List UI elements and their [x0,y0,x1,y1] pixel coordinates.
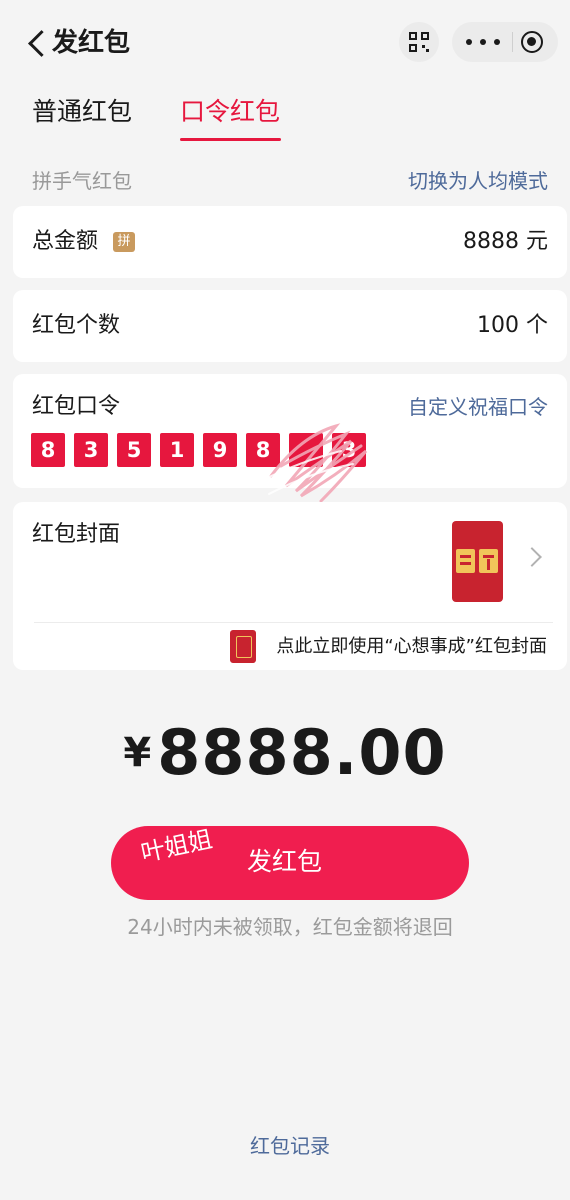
red-envelope-cover-icon [230,630,256,663]
password-card: 红包口令 自定义祝福口令 8 3 5 1 9 8 3 [13,374,567,503]
password-digit: 9 [203,433,237,467]
amount-display: ¥8888.00 [0,716,570,789]
cover-art-icon [456,549,498,573]
cover-label: 红包封面 [32,522,121,547]
use-cover-link[interactable]: 点此立即使用“心想事成”红包封面 [276,633,547,661]
custom-blessing-link[interactable]: 自定义祝福口令 [408,392,548,422]
total-amount-card[interactable]: 总金额 拼 8888 元 [13,206,567,278]
refund-tip: 24小时内未被领取，红包金额将退回 [127,915,453,939]
tab-normal-red-packet[interactable]: 普通红包 [32,94,132,130]
capsule-divider [512,32,513,52]
send-button-label: 发红包 [247,847,323,876]
mode-label: 拼手气红包 [32,169,132,193]
cover-divider [34,622,553,623]
pin-badge: 拼 [113,232,135,252]
more-icon[interactable] [466,22,500,62]
total-amount-label: 总金额 [32,229,99,254]
password-digit: 3 [74,433,108,467]
amount-value: 8888.00 [157,716,447,789]
mini-program-capsule [452,22,558,62]
active-tab-indicator [180,138,281,141]
cover-thumbnail[interactable] [452,521,503,602]
red-packet-records-link[interactable]: 红包记录 [0,1131,570,1161]
password-digit: 5 [117,433,151,467]
currency-symbol: ¥ [123,730,152,776]
packet-count-value[interactable]: 100 个 [477,311,548,341]
cover-card[interactable]: 红包封面 点此立即使用“心想事成”红包封面 [13,502,567,670]
back-arrow-icon[interactable] [24,26,54,60]
total-amount-value[interactable]: 8888 元 [463,227,548,257]
switch-mode-link[interactable]: 切换为人均模式 [408,166,548,196]
redaction-scribble [260,423,368,503]
scan-icon[interactable] [399,22,439,62]
tab-password-red-packet[interactable]: 口令红包 [180,94,280,130]
password-label: 红包口令 [32,394,121,419]
packet-count-card[interactable]: 红包个数 100 个 [13,290,567,362]
password-digit: 1 [160,433,194,467]
password-digit: 8 [31,433,65,467]
packet-count-label: 红包个数 [32,313,121,338]
chevron-right-icon [522,547,542,567]
mini-program-close-icon[interactable] [521,31,543,53]
page-title: 发红包 [52,28,131,58]
nav-bar: 发红包 [0,0,570,88]
